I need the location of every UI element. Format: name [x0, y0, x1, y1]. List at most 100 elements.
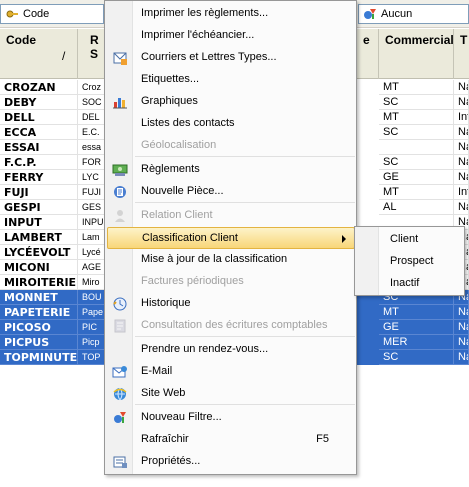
submenu-item-client[interactable]: Client — [357, 229, 463, 251]
cell-commercial: GE — [379, 170, 454, 185]
filter-value: Aucun — [381, 8, 413, 20]
cell-type: Na — [454, 140, 469, 155]
menu-item-nouvelle-piece[interactable]: Nouvelle Pièce... — [107, 181, 355, 203]
menu-item-label: Relation Client — [141, 209, 213, 221]
menu-item-shortcut: F5 — [316, 433, 329, 445]
document-icon — [112, 184, 128, 200]
cell-type: Na — [454, 350, 469, 365]
column-header-type-label: T — [460, 33, 468, 47]
cell-type: Na — [454, 155, 469, 170]
menu-item-e-mail[interactable]: E-Mail — [107, 361, 355, 383]
context-menu: Imprimer les règlements... Imprimer l'éch… — [104, 0, 357, 475]
cell-commercial: SC — [379, 350, 454, 365]
sort-field-value: Code — [23, 8, 50, 20]
cell-commercial: SC — [379, 125, 454, 140]
menu-item-etiquettes[interactable]: Etiquettes... — [107, 69, 355, 91]
cell-code: FERRY — [0, 170, 78, 185]
menu-item-imprimer-l-echeancier[interactable]: Imprimer l'échéancier... — [107, 25, 355, 47]
cell-code: FUJI — [0, 185, 78, 200]
cell-code: TOPMINUTE — [0, 350, 78, 365]
submenu-item-inactif[interactable]: Inactif — [357, 273, 463, 295]
person-icon — [112, 208, 128, 224]
column-header-code-label: Code — [6, 33, 36, 47]
column-header-r-label: R — [90, 33, 99, 47]
key-icon — [5, 7, 19, 21]
cell-commercial: SC — [379, 155, 454, 170]
column-header-type[interactable]: T — [454, 29, 469, 79]
menu-item-classification-client[interactable]: Classification Client — [107, 227, 355, 249]
menu-item-listes-des-contacts[interactable]: Listes des contacts — [107, 113, 355, 135]
menu-item-relation-client: Relation Client — [107, 205, 355, 227]
cell-type: Na — [454, 125, 469, 140]
payment-icon — [112, 162, 128, 178]
menu-item-label: Nouveau Filtre... — [141, 411, 222, 423]
cell-code: DEBY — [0, 95, 78, 110]
properties-icon — [112, 454, 128, 470]
cell-type: Int — [454, 185, 469, 200]
cell-code: LYCÉEVOLT — [0, 245, 78, 260]
menu-item-historique[interactable]: Historique — [107, 293, 355, 315]
column-header-r-sub: S — [90, 47, 99, 61]
menu-item-label: Consultation des écritures comptables — [141, 319, 328, 331]
cell-code: PICOSO — [0, 320, 78, 335]
menu-item-label: Rafraîchir — [141, 433, 189, 445]
cell-commercial: MT — [379, 305, 454, 320]
cell-code: F.C.P. — [0, 155, 78, 170]
menu-item-label: Etiquettes... — [141, 73, 200, 85]
menu-item-label: Courriers et Lettres Types... — [141, 51, 277, 63]
menu-item-label: Listes des contacts — [141, 117, 235, 129]
menu-item-label: Nouvelle Pièce... — [141, 185, 224, 197]
menu-item-graphiques[interactable]: Graphiques — [107, 91, 355, 113]
menu-item-prendre-un-rendez-vous[interactable]: Prendre un rendez-vous... — [107, 339, 355, 361]
cell-code: MONNET — [0, 290, 78, 305]
cell-code: CROZAN — [0, 80, 78, 95]
cell-commercial: GE — [379, 320, 454, 335]
column-header-commercial[interactable]: Commercial — [379, 29, 454, 79]
submenu-item-prospect[interactable]: Prospect — [357, 251, 463, 273]
menu-item-nouveau-filtre[interactable]: Nouveau Filtre... — [107, 407, 355, 429]
menu-item-label: Règlements — [141, 163, 200, 175]
column-header-code[interactable]: Code / — [0, 29, 78, 79]
menu-item-geolocalisation: Géolocalisation — [107, 135, 355, 157]
menu-item-proprietes[interactable]: Propriétés... — [107, 451, 355, 473]
cell-type: Na — [454, 95, 469, 110]
menu-item-rafraichir[interactable]: Rafraîchir F5 — [107, 429, 355, 451]
ledger-icon — [112, 318, 128, 334]
menu-item-label: Classification Client — [142, 232, 238, 244]
cell-code: MICONI — [0, 260, 78, 275]
cell-commercial: MT — [379, 110, 454, 125]
cell-code: PAPETERIE — [0, 305, 78, 320]
submenu-arrow-icon — [342, 235, 346, 243]
menu-item-reglements[interactable]: Règlements — [107, 159, 355, 181]
sort-field-combo[interactable]: Code — [0, 4, 104, 24]
cell-commercial: SC — [379, 95, 454, 110]
column-header-commercial-label: Commercial — [385, 33, 454, 47]
web-icon — [112, 386, 128, 402]
cell-type: Na — [454, 305, 469, 320]
column-header-e[interactable]: e — [357, 29, 379, 79]
menu-item-imprimer-les-reglements[interactable]: Imprimer les règlements... — [107, 3, 355, 25]
chart-icon — [112, 94, 128, 110]
cell-type: Na — [454, 335, 469, 350]
menu-item-label: Géolocalisation — [141, 139, 217, 151]
cell-code: ESSAI — [0, 140, 78, 155]
cell-commercial: MT — [379, 80, 454, 95]
menu-item-courriers-et-lettres-types[interactable]: Courriers et Lettres Types... — [107, 47, 355, 69]
cell-commercial — [379, 140, 454, 155]
menu-item-site-web[interactable]: Site Web — [107, 383, 355, 405]
classification-submenu: Client Prospect Inactif — [354, 226, 465, 296]
menu-item-label: Site Web — [141, 387, 186, 399]
cell-commercial: AL — [379, 200, 454, 215]
menu-item-factures-periodiques: Factures périodiques — [107, 271, 355, 293]
letter-icon — [112, 50, 128, 66]
menu-item-label: Prendre un rendez-vous... — [141, 343, 269, 355]
menu-item-label: Imprimer l'échéancier... — [141, 29, 255, 41]
cell-code: LAMBERT — [0, 230, 78, 245]
menu-item-mise-a-jour-de-la-classification[interactable]: Mise à jour de la classification — [107, 249, 355, 271]
cell-type: Na — [454, 200, 469, 215]
cell-type: Int — [454, 110, 469, 125]
cell-code: GESPI — [0, 200, 78, 215]
filter-combo[interactable]: Aucun — [358, 4, 469, 24]
submenu-item-label: Client — [390, 233, 419, 245]
history-icon — [112, 296, 128, 312]
